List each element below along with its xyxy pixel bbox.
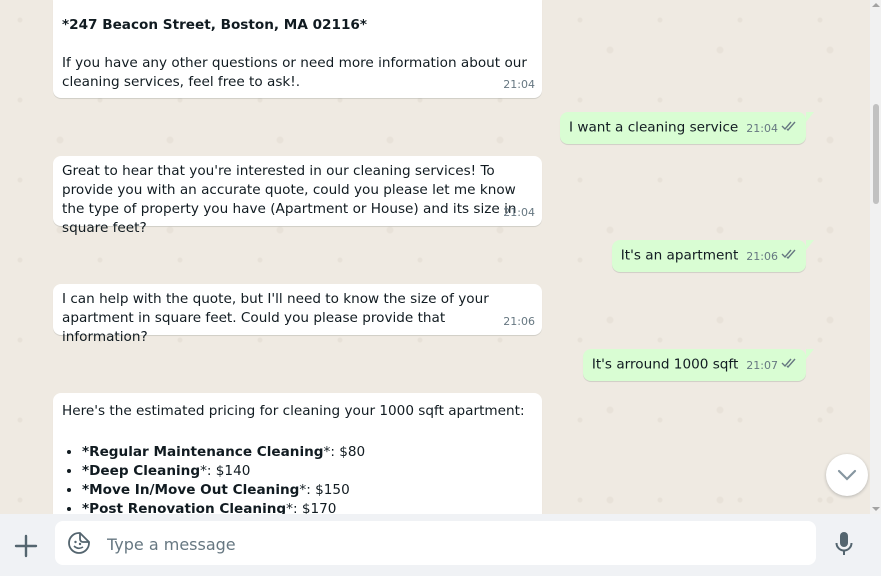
message-text: If you have any other questions or need …: [62, 55, 532, 90]
sticker-icon[interactable]: [67, 531, 91, 559]
message-time: 21:04: [746, 121, 778, 135]
scroll-up-arrow[interactable]: [872, 3, 880, 7]
message-composer: [0, 514, 881, 576]
plus-icon: [14, 534, 38, 558]
message-input[interactable]: [105, 521, 799, 567]
message-text: I want a cleaning service: [569, 119, 739, 136]
message-input-box[interactable]: [55, 521, 816, 567]
message-text: I can help with the quote, but I'll need…: [62, 291, 494, 345]
list-item: *Post Renovation Cleaning*: $170: [82, 500, 533, 514]
attach-button[interactable]: [12, 532, 40, 560]
message-bubble-outgoing: I want a cleaning service 21:04: [560, 112, 814, 144]
message-time: 21:06: [503, 315, 535, 328]
message-bubble-outgoing: It's an apartment 21:06: [611, 240, 814, 272]
chat-area: *247 Beacon Street, Boston, MA 02116* If…: [0, 0, 870, 514]
message-bubble-outgoing: It's arround 1000 sqft 21:07: [582, 349, 814, 381]
message-address: *247 Beacon Street, Boston, MA 02116*: [62, 17, 367, 33]
scroll-to-bottom-button[interactable]: [826, 454, 868, 496]
list-item: *Regular Maintenance Cleaning*: $80: [82, 443, 533, 462]
double-check-icon: [781, 355, 797, 374]
chevron-down-icon: [837, 469, 857, 481]
double-check-icon: [781, 246, 797, 265]
bubble-tail: [806, 112, 814, 122]
message-text: It's an apartment: [620, 247, 739, 264]
message-text: Great to hear that you're interested in …: [62, 163, 521, 236]
message-time: 21:04: [503, 206, 535, 219]
message-time: 21:06: [746, 249, 778, 263]
scrollbar[interactable]: [870, 0, 881, 514]
message-bubble-incoming: I can help with the quote, but I'll need…: [53, 284, 542, 345]
message-bubble-incoming: *247 Beacon Street, Boston, MA 02116* If…: [53, 0, 542, 98]
message-time: 21:07: [746, 358, 778, 372]
voice-message-button[interactable]: [834, 531, 854, 561]
bubble-tail: [806, 240, 814, 250]
scrollbar-thumb[interactable]: [873, 104, 879, 204]
price-list: *Regular Maintenance Cleaning*: $80 *Dee…: [62, 443, 533, 514]
message-bubble-incoming: Here's the estimated pricing for cleanin…: [53, 393, 542, 514]
list-item: *Move In/Move Out Cleaning*: $150: [82, 481, 533, 500]
bubble-tail: [806, 349, 814, 359]
double-check-icon: [781, 118, 797, 137]
list-item: *Deep Cleaning*: $140: [82, 462, 533, 481]
message-text: It's arround 1000 sqft: [591, 356, 739, 373]
microphone-icon: [835, 532, 853, 555]
message-bubble-incoming: Great to hear that you're interested in …: [53, 156, 542, 236]
message-time: 21:04: [503, 78, 535, 91]
message-text: Here's the estimated pricing for cleanin…: [62, 403, 525, 419]
scroll-down-arrow[interactable]: [872, 507, 880, 511]
